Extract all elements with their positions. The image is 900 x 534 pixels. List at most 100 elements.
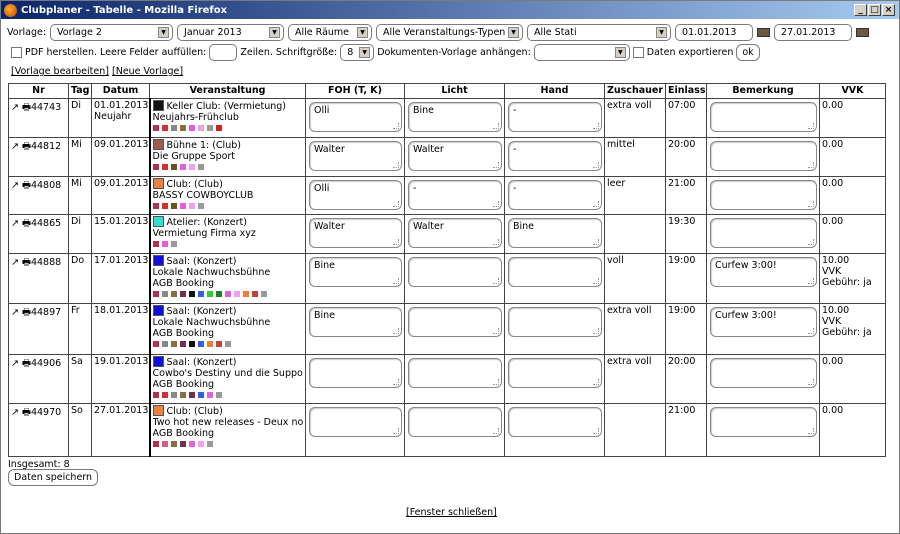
column-header[interactable]: Tag <box>68 83 92 99</box>
event-line[interactable]: Lokale Nachwuchsbühne <box>153 267 304 278</box>
print-icon[interactable]: 🖶 <box>22 257 31 268</box>
hand-textarea[interactable] <box>508 307 602 337</box>
event-line[interactable]: AGB Booking <box>153 379 304 390</box>
status-icon[interactable] <box>206 341 213 347</box>
column-header[interactable]: Hand <box>504 83 605 99</box>
foh-textarea[interactable]: Walter <box>309 218 402 248</box>
column-header[interactable]: FOH (T, K) <box>305 83 405 99</box>
status-icon[interactable] <box>242 291 249 297</box>
status-icon[interactable] <box>188 441 195 447</box>
event-number[interactable]: 44970 <box>31 407 61 418</box>
open-icon[interactable]: ↗ <box>11 218 22 229</box>
status-icon[interactable] <box>188 203 195 209</box>
status-icon[interactable] <box>179 164 186 170</box>
export-checkbox[interactable] <box>632 47 644 58</box>
foh-textarea[interactable]: Olli <box>309 180 402 210</box>
status-icon[interactable] <box>152 203 159 209</box>
rooms-select[interactable]: Alle Räume ▼ <box>288 24 373 41</box>
status-icon[interactable] <box>179 291 186 297</box>
status-icon[interactable] <box>215 392 222 398</box>
status-icon[interactable] <box>170 341 177 347</box>
event-number[interactable]: 44743 <box>31 102 61 113</box>
minimize-button[interactable]: _ <box>854 4 867 16</box>
edit-template-link[interactable]: [Vorlage bearbeiten] <box>11 66 109 77</box>
hand-textarea[interactable]: - <box>508 102 602 132</box>
status-select[interactable]: Alle Stati ▼ <box>527 24 672 41</box>
status-icon[interactable] <box>233 291 240 297</box>
status-icon[interactable] <box>161 125 168 131</box>
open-icon[interactable]: ↗ <box>11 257 22 268</box>
event-number[interactable]: 44888 <box>31 257 61 268</box>
date-to-input[interactable]: 27.01.2013 <box>774 24 853 41</box>
event-line[interactable]: Two hot new releases - Deux no <box>153 417 304 428</box>
hand-textarea[interactable]: - <box>508 141 602 171</box>
status-icon[interactable] <box>170 125 177 131</box>
column-header[interactable]: Einlass <box>665 83 707 99</box>
status-icon[interactable] <box>206 125 213 131</box>
calendar-icon[interactable] <box>856 28 870 37</box>
licht-textarea[interactable]: Walter <box>408 218 502 248</box>
remark-textarea[interactable] <box>710 141 817 171</box>
status-icon[interactable] <box>215 291 222 297</box>
licht-textarea[interactable] <box>408 307 502 337</box>
foh-textarea[interactable]: Bine <box>309 257 402 287</box>
status-icon[interactable] <box>161 341 168 347</box>
open-icon[interactable]: ↗ <box>11 141 22 152</box>
column-header[interactable]: VVK <box>819 83 886 99</box>
remark-textarea[interactable] <box>710 407 817 437</box>
status-icon[interactable] <box>251 291 258 297</box>
column-header[interactable]: Datum <box>91 83 150 99</box>
licht-textarea[interactable] <box>408 407 502 437</box>
status-icon[interactable] <box>206 392 213 398</box>
status-icon[interactable] <box>206 291 213 297</box>
status-icon[interactable] <box>188 125 195 131</box>
ok-button[interactable]: ok <box>736 44 760 61</box>
pdf-checkbox[interactable] <box>11 47 22 58</box>
event-line[interactable]: Vermietung Firma xyz <box>153 228 304 239</box>
foh-textarea[interactable]: Olli <box>309 102 402 132</box>
remark-textarea[interactable] <box>710 218 817 248</box>
column-header[interactable]: Veranstaltung <box>149 83 306 99</box>
print-icon[interactable]: 🖶 <box>22 218 31 229</box>
foh-textarea[interactable] <box>309 358 402 388</box>
document-template-select[interactable]: ▼ <box>533 44 630 61</box>
status-icon[interactable] <box>197 125 204 131</box>
event-line[interactable]: Die Gruppe Sport <box>153 151 304 162</box>
remark-textarea[interactable]: Curfew 3:00! <box>710 257 817 287</box>
status-icon[interactable] <box>152 392 159 398</box>
column-header[interactable]: Licht <box>404 83 505 99</box>
column-header[interactable]: Zuschauer <box>604 83 666 99</box>
vorlage-select[interactable]: Vorlage 2 ▼ <box>50 24 174 41</box>
status-icon[interactable] <box>161 241 168 247</box>
licht-textarea[interactable]: Bine <box>408 102 502 132</box>
status-icon[interactable] <box>161 441 168 447</box>
event-line[interactable]: Cowbo's Destiny und die Suppor <box>153 368 304 379</box>
status-icon[interactable] <box>170 241 177 247</box>
status-icon[interactable] <box>224 291 231 297</box>
print-icon[interactable]: 🖶 <box>22 407 31 418</box>
close-window-button[interactable]: × <box>882 4 895 16</box>
status-icon[interactable] <box>152 291 159 297</box>
event-number[interactable]: 44897 <box>31 307 61 318</box>
event-number[interactable]: 44865 <box>31 218 61 229</box>
column-header[interactable]: Bemerkung <box>706 83 820 99</box>
event-line[interactable]: BASSY COWBOYCLUB <box>153 190 304 201</box>
open-icon[interactable]: ↗ <box>11 102 22 113</box>
hand-textarea[interactable] <box>508 358 602 388</box>
status-icon[interactable] <box>224 341 231 347</box>
licht-textarea[interactable] <box>408 358 502 388</box>
print-icon[interactable]: 🖶 <box>22 141 31 152</box>
open-icon[interactable]: ↗ <box>11 358 22 369</box>
event-number[interactable]: 44812 <box>31 141 61 152</box>
print-icon[interactable]: 🖶 <box>22 180 31 191</box>
month-select[interactable]: Januar 2013 ▼ <box>177 24 285 41</box>
font-size-select[interactable]: 8 ▼ <box>340 44 375 61</box>
status-icon[interactable] <box>152 125 159 131</box>
status-icon[interactable] <box>170 203 177 209</box>
status-icon[interactable] <box>197 203 204 209</box>
remark-textarea[interactable] <box>710 358 817 388</box>
print-icon[interactable]: 🖶 <box>22 358 31 369</box>
event-line[interactable]: AGB Booking <box>153 428 304 439</box>
event-line[interactable]: Lokale Nachwuchsbühne <box>153 317 304 328</box>
hand-textarea[interactable] <box>508 407 602 437</box>
